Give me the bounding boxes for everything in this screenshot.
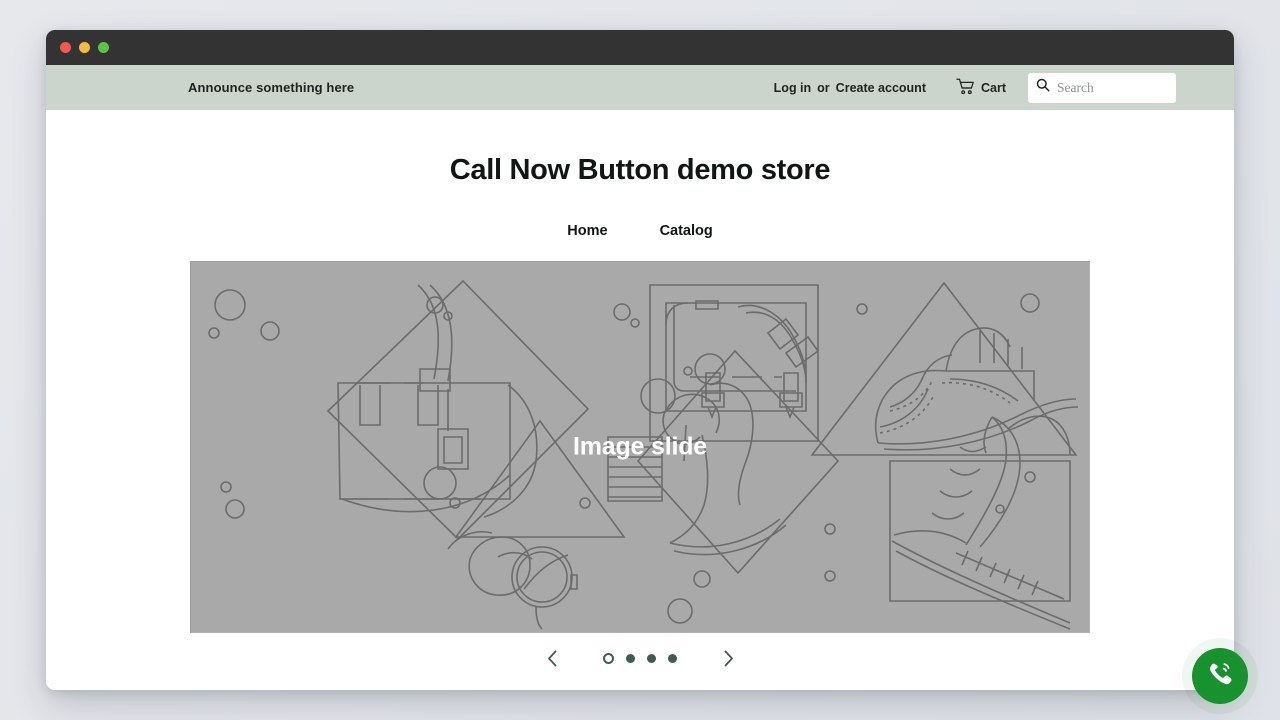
minimize-window-button[interactable]	[79, 42, 90, 53]
announcement-bar: Announce something here Log in or Create…	[46, 65, 1234, 110]
carousel-dot-2[interactable]	[626, 653, 635, 663]
carousel-slide[interactable]: Image slide	[190, 261, 1090, 633]
cart-label: Cart	[980, 80, 1006, 95]
store-title: Call Now Button demo store	[449, 154, 831, 186]
carousel-dot-3[interactable]	[647, 653, 656, 663]
carousel-dot-4[interactable]	[668, 653, 677, 663]
nav-item-home[interactable]: Home	[567, 223, 607, 239]
utility-nav: Log in or Create account Cart Search	[774, 72, 1226, 103]
browser-window: Announce something here Log in or Create…	[46, 30, 1248, 704]
carousel-dot-1[interactable]	[603, 652, 614, 664]
slide-label: Image slide	[573, 432, 707, 461]
close-window-button[interactable]	[60, 42, 71, 53]
shopping-cart-icon	[956, 78, 975, 98]
window-titlebar	[46, 30, 1234, 65]
call-now-button[interactable]	[1192, 648, 1248, 704]
nav-item-catalog[interactable]: Catalog	[660, 223, 713, 239]
log-in-link[interactable]: Log in	[774, 81, 812, 95]
cart-link[interactable]: Cart	[956, 78, 1006, 98]
search-icon	[1036, 78, 1050, 97]
search-box[interactable]	[1028, 72, 1176, 103]
carousel-dots	[603, 652, 677, 664]
create-account-link[interactable]: Create account	[836, 81, 926, 95]
main-navigation: Home Catalog	[46, 223, 1234, 239]
carousel-controls	[190, 645, 1090, 671]
search-input[interactable]	[1057, 79, 1168, 96]
carousel-next-button[interactable]	[711, 645, 745, 671]
or-separator: or	[817, 80, 830, 95]
announcement-text: Announce something here	[188, 80, 355, 95]
page-root: Announce something here Log in or Create…	[0, 0, 1280, 720]
hero-carousel: Image slide	[190, 261, 1090, 671]
account-links: Log in or Create account	[774, 81, 926, 95]
maximize-window-button[interactable]	[98, 42, 109, 53]
page-viewport: Announce something here Log in or Create…	[46, 65, 1234, 690]
phone-call-icon	[1205, 659, 1235, 694]
carousel-prev-button[interactable]	[535, 645, 569, 671]
